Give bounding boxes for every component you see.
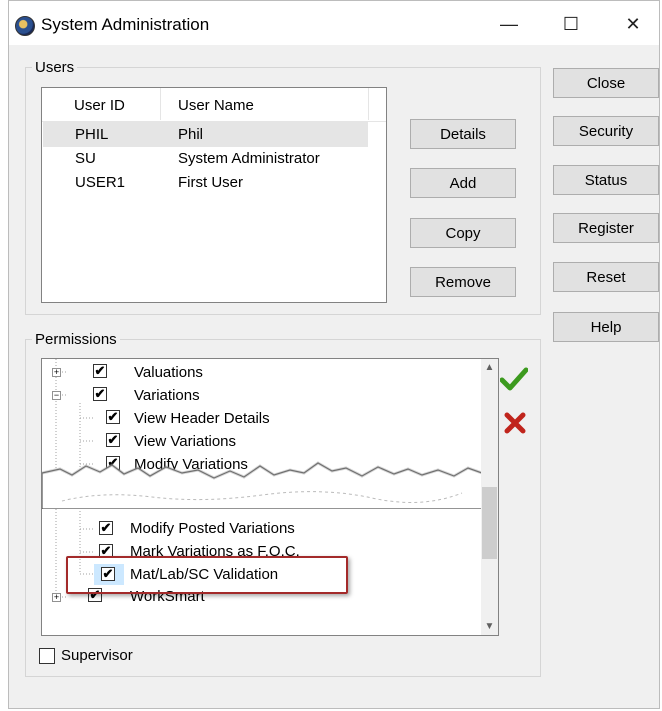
minimize-button[interactable]: — [487, 9, 531, 39]
system-administration-window: System Administration — ☐ ✕ Users User I… [8, 0, 660, 709]
vertical-scrollbar[interactable]: ▲ ▼ [481, 359, 498, 635]
supervisor-checkbox[interactable] [39, 648, 55, 664]
permissions-group-label: Permissions [32, 331, 120, 348]
column-separator[interactable] [160, 88, 161, 120]
tree-item-modify-posted-variations[interactable]: Modify Posted Variations [130, 520, 295, 537]
help-button[interactable]: Help [553, 312, 659, 342]
user-row[interactable]: USER1 First User [43, 170, 368, 195]
copy-button[interactable]: Copy [410, 218, 516, 248]
column-user-id[interactable]: User ID [74, 97, 125, 114]
user-id-cell: USER1 [75, 174, 126, 191]
app-icon [15, 16, 35, 36]
tree-item-view-header-details[interactable]: View Header Details [134, 410, 270, 427]
permissions-group: Permissions + ✔ Valuations − ✔ Variation… [25, 331, 541, 677]
red-x-icon[interactable] [504, 412, 526, 434]
window-title: System Administration [41, 15, 210, 34]
close-window-button[interactable]: ✕ [611, 9, 655, 39]
scroll-up-arrow[interactable]: ▲ [481, 359, 498, 376]
supervisor-label[interactable]: Supervisor [61, 647, 133, 664]
torn-paper-edge [42, 461, 482, 509]
valuations-checkbox[interactable]: ✔ [93, 364, 107, 378]
scroll-thumb[interactable] [482, 487, 497, 559]
users-list-header: User ID User Name [42, 88, 386, 122]
close-button[interactable]: Close [553, 68, 659, 98]
green-check-icon[interactable] [500, 366, 528, 392]
permissions-tree[interactable]: + ✔ Valuations − ✔ Variations ✔ View Hea… [41, 358, 499, 636]
modify-posted-variations-checkbox[interactable]: ✔ [99, 521, 113, 535]
users-list[interactable]: User ID User Name PHIL Phil SU System Ad… [41, 87, 387, 303]
title-bar: System Administration — ☐ ✕ [9, 1, 659, 45]
view-header-details-checkbox[interactable]: ✔ [106, 410, 120, 424]
register-button[interactable]: Register [553, 213, 659, 243]
users-group-label: Users [32, 59, 78, 76]
collapse-toggle[interactable]: − [52, 391, 61, 400]
user-row[interactable]: PHIL Phil [43, 122, 368, 147]
expand-toggle[interactable]: + [52, 593, 61, 602]
user-row[interactable]: SU System Administrator [43, 146, 368, 171]
remove-button[interactable]: Remove [410, 267, 516, 297]
user-name-cell: System Administrator [178, 150, 320, 167]
tree-item-valuations[interactable]: Valuations [134, 364, 203, 381]
user-name-cell: Phil [178, 126, 204, 143]
scroll-down-arrow[interactable]: ▼ [481, 618, 498, 635]
user-id-cell: PHIL [75, 126, 109, 143]
maximize-button[interactable]: ☐ [549, 9, 593, 39]
details-button[interactable]: Details [410, 119, 516, 149]
tree-item-variations[interactable]: Variations [134, 387, 200, 404]
add-button[interactable]: Add [410, 168, 516, 198]
security-button[interactable]: Security [553, 116, 659, 146]
expand-toggle[interactable]: + [52, 368, 61, 377]
reset-button[interactable]: Reset [553, 262, 659, 292]
users-group: Users User ID User Name PHIL Phil SU Sys… [25, 59, 541, 315]
view-variations-checkbox[interactable]: ✔ [106, 433, 120, 447]
column-separator[interactable] [368, 88, 369, 120]
status-button[interactable]: Status [553, 165, 659, 195]
user-id-cell: SU [75, 150, 96, 167]
highlight-box [66, 556, 348, 594]
column-user-name[interactable]: User Name [178, 97, 254, 114]
user-name-cell: First User [178, 174, 243, 191]
tree-item-view-variations[interactable]: View Variations [134, 433, 236, 450]
variations-checkbox[interactable]: ✔ [93, 387, 107, 401]
